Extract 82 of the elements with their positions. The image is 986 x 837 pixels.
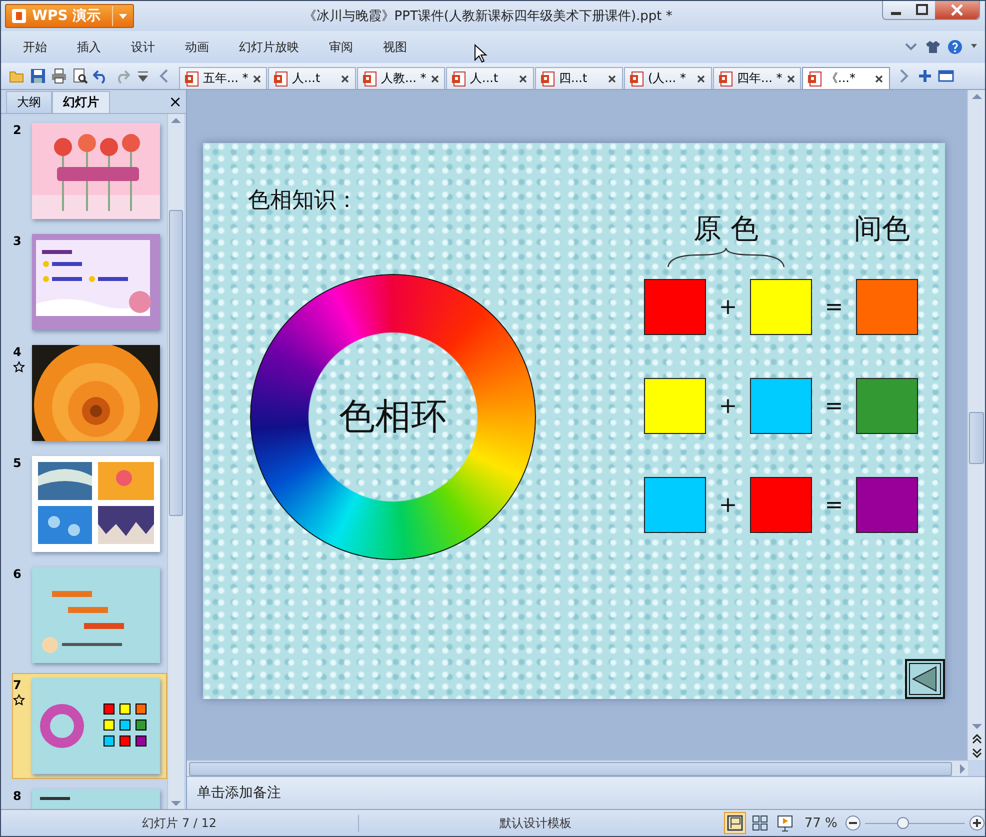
scrollbar[interactable] bbox=[167, 114, 184, 809]
equals-sign: = bbox=[824, 392, 844, 420]
printer-icon[interactable] bbox=[51, 68, 67, 84]
slide-number: 3 bbox=[13, 234, 22, 248]
zoom-level: 77 % bbox=[804, 816, 838, 830]
close-icon[interactable] bbox=[607, 74, 617, 84]
menu-item[interactable]: 设计 bbox=[131, 38, 155, 56]
scroll-thumb[interactable] bbox=[169, 210, 183, 516]
zoom-in-icon[interactable] bbox=[969, 815, 985, 831]
column-header: 原 色 bbox=[694, 213, 758, 245]
slide-number: 5 bbox=[13, 456, 22, 470]
menu-item[interactable]: 插入 bbox=[77, 38, 101, 56]
document-tab[interactable]: 四...t bbox=[535, 67, 623, 89]
next-slide-icon[interactable] bbox=[970, 746, 984, 760]
selected-slide-highlight[interactable]: 7 bbox=[12, 673, 167, 779]
template-name: 默认设计模板 bbox=[498, 814, 572, 832]
presentation-file-icon bbox=[541, 70, 555, 86]
scroll-thumb[interactable] bbox=[969, 412, 984, 464]
menu-item[interactable]: 审阅 bbox=[329, 38, 353, 56]
window-title: 《冰川与晚霞》PPT课件(人教新课标四年级美术下册课件).ppt * bbox=[302, 8, 674, 25]
slide-number: 4 bbox=[13, 345, 22, 359]
close-icon[interactable] bbox=[430, 74, 440, 84]
menu-item[interactable]: 开始 bbox=[23, 38, 47, 56]
print-preview-icon[interactable] bbox=[72, 68, 88, 84]
close-button[interactable] bbox=[935, 1, 979, 19]
presentation-file-icon bbox=[274, 70, 288, 86]
equals-sign: = bbox=[824, 294, 844, 322]
cursor-icon bbox=[474, 44, 488, 64]
close-icon[interactable] bbox=[786, 74, 796, 84]
close-icon[interactable] bbox=[252, 74, 262, 84]
close-icon[interactable] bbox=[518, 74, 528, 84]
scrollbar[interactable] bbox=[967, 90, 985, 760]
normal-view-button[interactable] bbox=[724, 812, 746, 834]
slide-sorter-icon bbox=[751, 814, 770, 832]
presentation-file-icon bbox=[452, 70, 466, 86]
document-tab[interactable]: 四年... * bbox=[713, 67, 801, 89]
shirt-icon[interactable] bbox=[925, 39, 941, 55]
presentation-file-icon bbox=[630, 70, 644, 86]
presentation-file-icon bbox=[808, 70, 822, 86]
slide-number: 2 bbox=[13, 123, 22, 137]
panel-tab[interactable]: 幻灯片 bbox=[52, 91, 110, 113]
close-button[interactable]: × bbox=[168, 92, 182, 111]
presentation-file-icon bbox=[719, 70, 733, 86]
help-icon[interactable] bbox=[947, 39, 963, 55]
slideshow-icon bbox=[776, 814, 794, 832]
slide-counter: 幻灯片 7 / 12 bbox=[1, 814, 359, 832]
equals-sign: = bbox=[824, 492, 844, 520]
slide-number: 7 bbox=[13, 678, 22, 692]
panel-tab[interactable]: 大纲 bbox=[6, 91, 52, 113]
close-icon[interactable] bbox=[696, 74, 706, 84]
normal-view-icon bbox=[726, 814, 744, 832]
caret-icon bbox=[118, 11, 128, 21]
plus-sign: + bbox=[718, 392, 738, 420]
slide-heading: 色相知识： bbox=[248, 187, 359, 215]
close-icon[interactable] bbox=[340, 74, 350, 84]
slide-number: 8 bbox=[13, 789, 22, 803]
wheel-label: 色相环 bbox=[339, 396, 447, 440]
document-tab[interactable]: (人... * bbox=[624, 67, 712, 89]
notes-field[interactable]: 单击添加备注 bbox=[187, 776, 985, 809]
window-list-icon[interactable] bbox=[938, 68, 954, 84]
document-tab[interactable]: 五年... * bbox=[179, 67, 267, 89]
save-icon[interactable] bbox=[30, 68, 46, 84]
back-button[interactable] bbox=[905, 659, 945, 699]
document-tab[interactable]: 人教... * bbox=[357, 67, 445, 89]
previous-slide-icon[interactable] bbox=[970, 732, 984, 746]
logo-icon bbox=[11, 8, 27, 24]
document-tab[interactable]: 人...t bbox=[446, 67, 534, 89]
close-icon[interactable] bbox=[874, 74, 884, 84]
document-tab[interactable]: 《...* bbox=[802, 67, 890, 89]
document-tab[interactable]: 人...t bbox=[268, 67, 356, 89]
column-header: 间色 bbox=[854, 213, 910, 245]
presentation-file-icon bbox=[185, 70, 199, 86]
new-tab-icon[interactable] bbox=[917, 68, 933, 84]
slide-number: 6 bbox=[13, 567, 22, 581]
plus-sign: + bbox=[718, 294, 738, 322]
presentation-file-icon bbox=[363, 70, 377, 86]
menu-item[interactable]: 动画 bbox=[185, 38, 209, 56]
zoom-out-icon[interactable] bbox=[845, 815, 862, 831]
slider-thumb[interactable] bbox=[897, 817, 910, 829]
menu-item[interactable]: 视图 bbox=[383, 38, 407, 56]
menu-item[interactable]: 幻灯片放映 bbox=[239, 38, 299, 56]
plus-sign: + bbox=[718, 492, 738, 520]
